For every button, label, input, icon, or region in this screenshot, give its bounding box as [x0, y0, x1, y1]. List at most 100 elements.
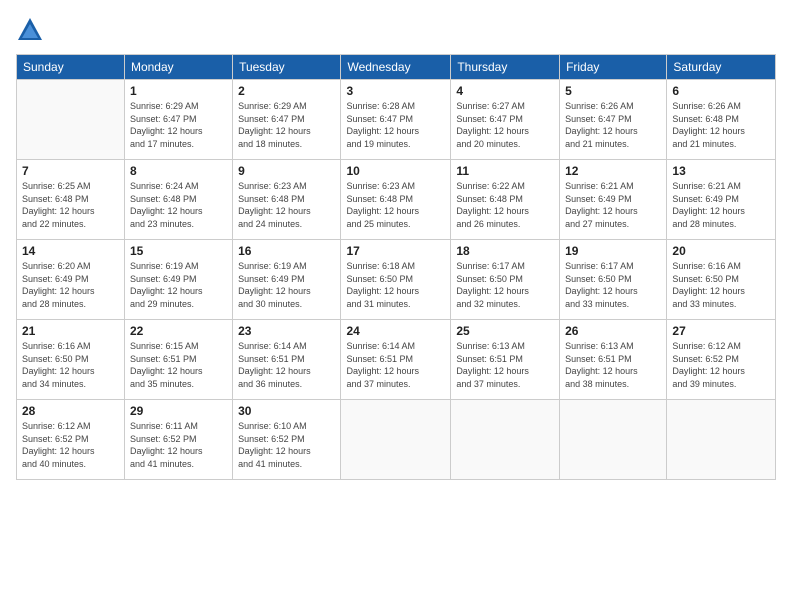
day-info: Sunrise: 6:25 AMSunset: 6:48 PMDaylight:…	[22, 180, 119, 230]
sunrise-text: Sunrise: 6:10 AM	[238, 420, 335, 433]
sunrise-text: Sunrise: 6:14 AM	[238, 340, 335, 353]
day-info: Sunrise: 6:14 AMSunset: 6:51 PMDaylight:…	[238, 340, 335, 390]
day-number: 5	[565, 84, 661, 98]
day-number: 20	[672, 244, 770, 258]
daylight-text-2: and 39 minutes.	[672, 378, 770, 391]
daylight-text: Daylight: 12 hours	[22, 445, 119, 458]
daylight-text-2: and 28 minutes.	[22, 298, 119, 311]
sunset-text: Sunset: 6:49 PM	[238, 273, 335, 286]
daylight-text: Daylight: 12 hours	[238, 125, 335, 138]
day-info: Sunrise: 6:21 AMSunset: 6:49 PMDaylight:…	[672, 180, 770, 230]
daylight-text: Daylight: 12 hours	[130, 445, 227, 458]
sunrise-text: Sunrise: 6:13 AM	[565, 340, 661, 353]
daylight-text: Daylight: 12 hours	[346, 205, 445, 218]
calendar-header-tuesday: Tuesday	[233, 55, 341, 80]
day-number: 4	[456, 84, 554, 98]
calendar-cell: 23 Sunrise: 6:14 AMSunset: 6:51 PMDayligh…	[233, 320, 341, 400]
daylight-text-2: and 17 minutes.	[130, 138, 227, 151]
calendar-cell: 3 Sunrise: 6:28 AMSunset: 6:47 PMDaylight…	[341, 80, 451, 160]
calendar-cell: 10Sunrise: 6:23 AMSunset: 6:48 PMDayligh…	[341, 160, 451, 240]
calendar-cell: 18Sunrise: 6:17 AMSunset: 6:50 PMDayligh…	[451, 240, 560, 320]
daylight-text: Daylight: 12 hours	[456, 125, 554, 138]
day-info: Sunrise: 6:21 AMSunset: 6:49 PMDaylight:…	[565, 180, 661, 230]
sunrise-text: Sunrise: 6:18 AM	[346, 260, 445, 273]
daylight-text: Daylight: 12 hours	[130, 205, 227, 218]
sunset-text: Sunset: 6:48 PM	[238, 193, 335, 206]
daylight-text-2: and 23 minutes.	[130, 218, 227, 231]
sunrise-text: Sunrise: 6:25 AM	[22, 180, 119, 193]
calendar-header-saturday: Saturday	[667, 55, 776, 80]
daylight-text: Daylight: 12 hours	[456, 205, 554, 218]
day-number: 15	[130, 244, 227, 258]
sunset-text: Sunset: 6:52 PM	[130, 433, 227, 446]
day-number: 2	[238, 84, 335, 98]
day-number: 21	[22, 324, 119, 338]
calendar-week-5: 28 Sunrise: 6:12 AMSunset: 6:52 PMDayligh…	[17, 400, 776, 480]
day-info: Sunrise: 6:26 AMSunset: 6:47 PMDaylight:…	[565, 100, 661, 150]
day-info: Sunrise: 6:12 AMSunset: 6:52 PMDaylight:…	[672, 340, 770, 390]
sunset-text: Sunset: 6:51 PM	[130, 353, 227, 366]
day-number: 24	[346, 324, 445, 338]
day-number: 28	[22, 404, 119, 418]
sunset-text: Sunset: 6:47 PM	[130, 113, 227, 126]
calendar-cell: 11 Sunrise: 6:22 AMSunset: 6:48 PMDayligh…	[451, 160, 560, 240]
daylight-text-2: and 41 minutes.	[238, 458, 335, 471]
sunset-text: Sunset: 6:48 PM	[672, 113, 770, 126]
calendar-header-thursday: Thursday	[451, 55, 560, 80]
sunset-text: Sunset: 6:49 PM	[130, 273, 227, 286]
day-number: 27	[672, 324, 770, 338]
calendar-cell: 17Sunrise: 6:18 AMSunset: 6:50 PMDayligh…	[341, 240, 451, 320]
calendar-week-2: 7Sunrise: 6:25 AMSunset: 6:48 PMDaylight…	[17, 160, 776, 240]
sunrise-text: Sunrise: 6:16 AM	[22, 340, 119, 353]
sunset-text: Sunset: 6:48 PM	[456, 193, 554, 206]
sunrise-text: Sunrise: 6:29 AM	[130, 100, 227, 113]
logo	[16, 16, 48, 44]
day-info: Sunrise: 6:10 AMSunset: 6:52 PMDaylight:…	[238, 420, 335, 470]
calendar-cell: 2Sunrise: 6:29 AMSunset: 6:47 PMDaylight…	[233, 80, 341, 160]
daylight-text: Daylight: 12 hours	[238, 205, 335, 218]
day-info: Sunrise: 6:12 AMSunset: 6:52 PMDaylight:…	[22, 420, 119, 470]
day-info: Sunrise: 6:11 AMSunset: 6:52 PMDaylight:…	[130, 420, 227, 470]
day-info: Sunrise: 6:24 AMSunset: 6:48 PMDaylight:…	[130, 180, 227, 230]
page: SundayMondayTuesdayWednesdayThursdayFrid…	[0, 0, 792, 612]
day-info: Sunrise: 6:28 AMSunset: 6:47 PMDaylight:…	[346, 100, 445, 150]
day-info: Sunrise: 6:18 AMSunset: 6:50 PMDaylight:…	[346, 260, 445, 310]
calendar-cell: 1 Sunrise: 6:29 AMSunset: 6:47 PMDaylight…	[124, 80, 232, 160]
sunset-text: Sunset: 6:49 PM	[22, 273, 119, 286]
day-number: 3	[346, 84, 445, 98]
sunset-text: Sunset: 6:51 PM	[456, 353, 554, 366]
sunrise-text: Sunrise: 6:27 AM	[456, 100, 554, 113]
day-number: 11	[456, 164, 554, 178]
daylight-text: Daylight: 12 hours	[130, 125, 227, 138]
sunrise-text: Sunrise: 6:19 AM	[130, 260, 227, 273]
sunset-text: Sunset: 6:48 PM	[130, 193, 227, 206]
day-number: 1	[130, 84, 227, 98]
daylight-text-2: and 37 minutes.	[346, 378, 445, 391]
day-info: Sunrise: 6:22 AMSunset: 6:48 PMDaylight:…	[456, 180, 554, 230]
calendar-cell: 24Sunrise: 6:14 AMSunset: 6:51 PMDayligh…	[341, 320, 451, 400]
daylight-text: Daylight: 12 hours	[456, 285, 554, 298]
calendar-cell: 28 Sunrise: 6:12 AMSunset: 6:52 PMDayligh…	[17, 400, 125, 480]
sunset-text: Sunset: 6:50 PM	[456, 273, 554, 286]
calendar-cell: 16Sunrise: 6:19 AMSunset: 6:49 PMDayligh…	[233, 240, 341, 320]
day-number: 23	[238, 324, 335, 338]
sunrise-text: Sunrise: 6:17 AM	[456, 260, 554, 273]
day-info: Sunrise: 6:15 AMSunset: 6:51 PMDaylight:…	[130, 340, 227, 390]
sunrise-text: Sunrise: 6:16 AM	[672, 260, 770, 273]
daylight-text: Daylight: 12 hours	[672, 205, 770, 218]
daylight-text: Daylight: 12 hours	[22, 285, 119, 298]
calendar: SundayMondayTuesdayWednesdayThursdayFrid…	[16, 54, 776, 480]
calendar-cell: 14Sunrise: 6:20 AMSunset: 6:49 PMDayligh…	[17, 240, 125, 320]
daylight-text: Daylight: 12 hours	[672, 285, 770, 298]
day-info: Sunrise: 6:17 AMSunset: 6:50 PMDaylight:…	[565, 260, 661, 310]
daylight-text-2: and 28 minutes.	[672, 218, 770, 231]
calendar-cell: 6Sunrise: 6:26 AMSunset: 6:48 PMDaylight…	[667, 80, 776, 160]
calendar-cell: 20Sunrise: 6:16 AMSunset: 6:50 PMDayligh…	[667, 240, 776, 320]
sunset-text: Sunset: 6:52 PM	[238, 433, 335, 446]
calendar-cell: 30Sunrise: 6:10 AMSunset: 6:52 PMDayligh…	[233, 400, 341, 480]
calendar-cell	[451, 400, 560, 480]
day-number: 25	[456, 324, 554, 338]
sunrise-text: Sunrise: 6:23 AM	[346, 180, 445, 193]
sunrise-text: Sunrise: 6:14 AM	[346, 340, 445, 353]
sunset-text: Sunset: 6:51 PM	[565, 353, 661, 366]
